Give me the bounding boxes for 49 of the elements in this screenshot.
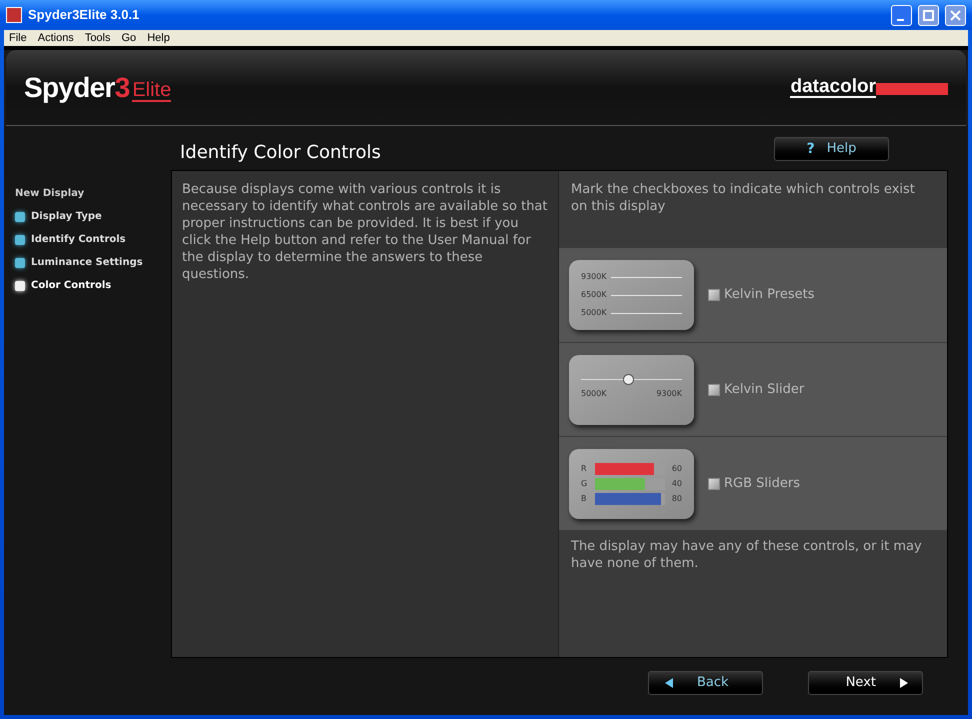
channel-letter: G [581, 478, 588, 490]
control-checkbox[interactable]: RGB Sliders [708, 474, 800, 494]
slider-max-label: 9300K [656, 388, 682, 400]
note-text: The display may have any of these controls, or it may have none of them. [570, 538, 923, 572]
channel-letter: B [581, 492, 588, 504]
preset-label: 6500K [581, 289, 607, 301]
menu-item[interactable]: Actions [38, 30, 74, 46]
minimize-icon [896, 18, 904, 20]
step-item[interactable]: Identify Controls [31, 232, 126, 247]
instructions-text: Mark the checkboxes to indicate which controls exist on this display [570, 181, 916, 216]
preset-line [610, 312, 682, 314]
window-title: Spyder3Elite 3.0.1 [28, 6, 140, 24]
menu-item[interactable]: Go [122, 30, 136, 46]
left-triangle-icon [665, 678, 673, 688]
back-button[interactable]: Back [648, 671, 763, 695]
channel-value: 40 [671, 478, 682, 490]
next-button[interactable]: Next [808, 671, 923, 695]
menu-item[interactable]: File [9, 30, 27, 46]
steps-title: New Display [15, 187, 86, 201]
control-checkbox[interactable]: Kelvin Slider [708, 380, 804, 400]
preset-line [610, 294, 682, 296]
intro-text: Because displays come with various controls it is necessary to identify what controls are available so that proper instructions can be provided. It is best if you click the Help button and refer to the User Manual for the display to determine the answers to these questions. [182, 181, 548, 283]
step-item[interactable]: Luminance Settings [31, 255, 143, 270]
logo-number: 3 [114, 74, 130, 102]
menu-item[interactable]: Help [147, 30, 170, 46]
help-icon: ? [806, 138, 815, 160]
vendor-logo-bar [876, 83, 948, 95]
logo-edition: Elite [132, 80, 172, 102]
menu-item[interactable]: Tools [84, 30, 110, 46]
logo-wordmark: Spyder [24, 74, 115, 102]
close-button[interactable] [945, 4, 966, 26]
close-icon [950, 10, 961, 20]
step-item[interactable]: Display Type [31, 209, 102, 224]
minimize-button[interactable] [891, 4, 912, 26]
maximize-button[interactable] [918, 4, 939, 26]
preset-label: 9300K [581, 271, 607, 283]
help-button[interactable]: ? Help [774, 137, 889, 161]
page-heading: Identify Color Controls [180, 141, 381, 165]
preset-line [610, 276, 682, 278]
app-icon [6, 7, 22, 23]
channel-value: 60 [671, 462, 682, 474]
step-item[interactable]: Color Controls [31, 278, 112, 293]
channel-letter: R [581, 462, 588, 474]
control-checkbox[interactable]: Kelvin Presets [708, 285, 814, 305]
slider-min-label: 5000K [581, 388, 607, 400]
maximize-icon [923, 10, 934, 20]
preset-label: 5000K [581, 307, 607, 319]
channel-value: 80 [671, 492, 682, 504]
right-triangle-icon [900, 678, 908, 688]
